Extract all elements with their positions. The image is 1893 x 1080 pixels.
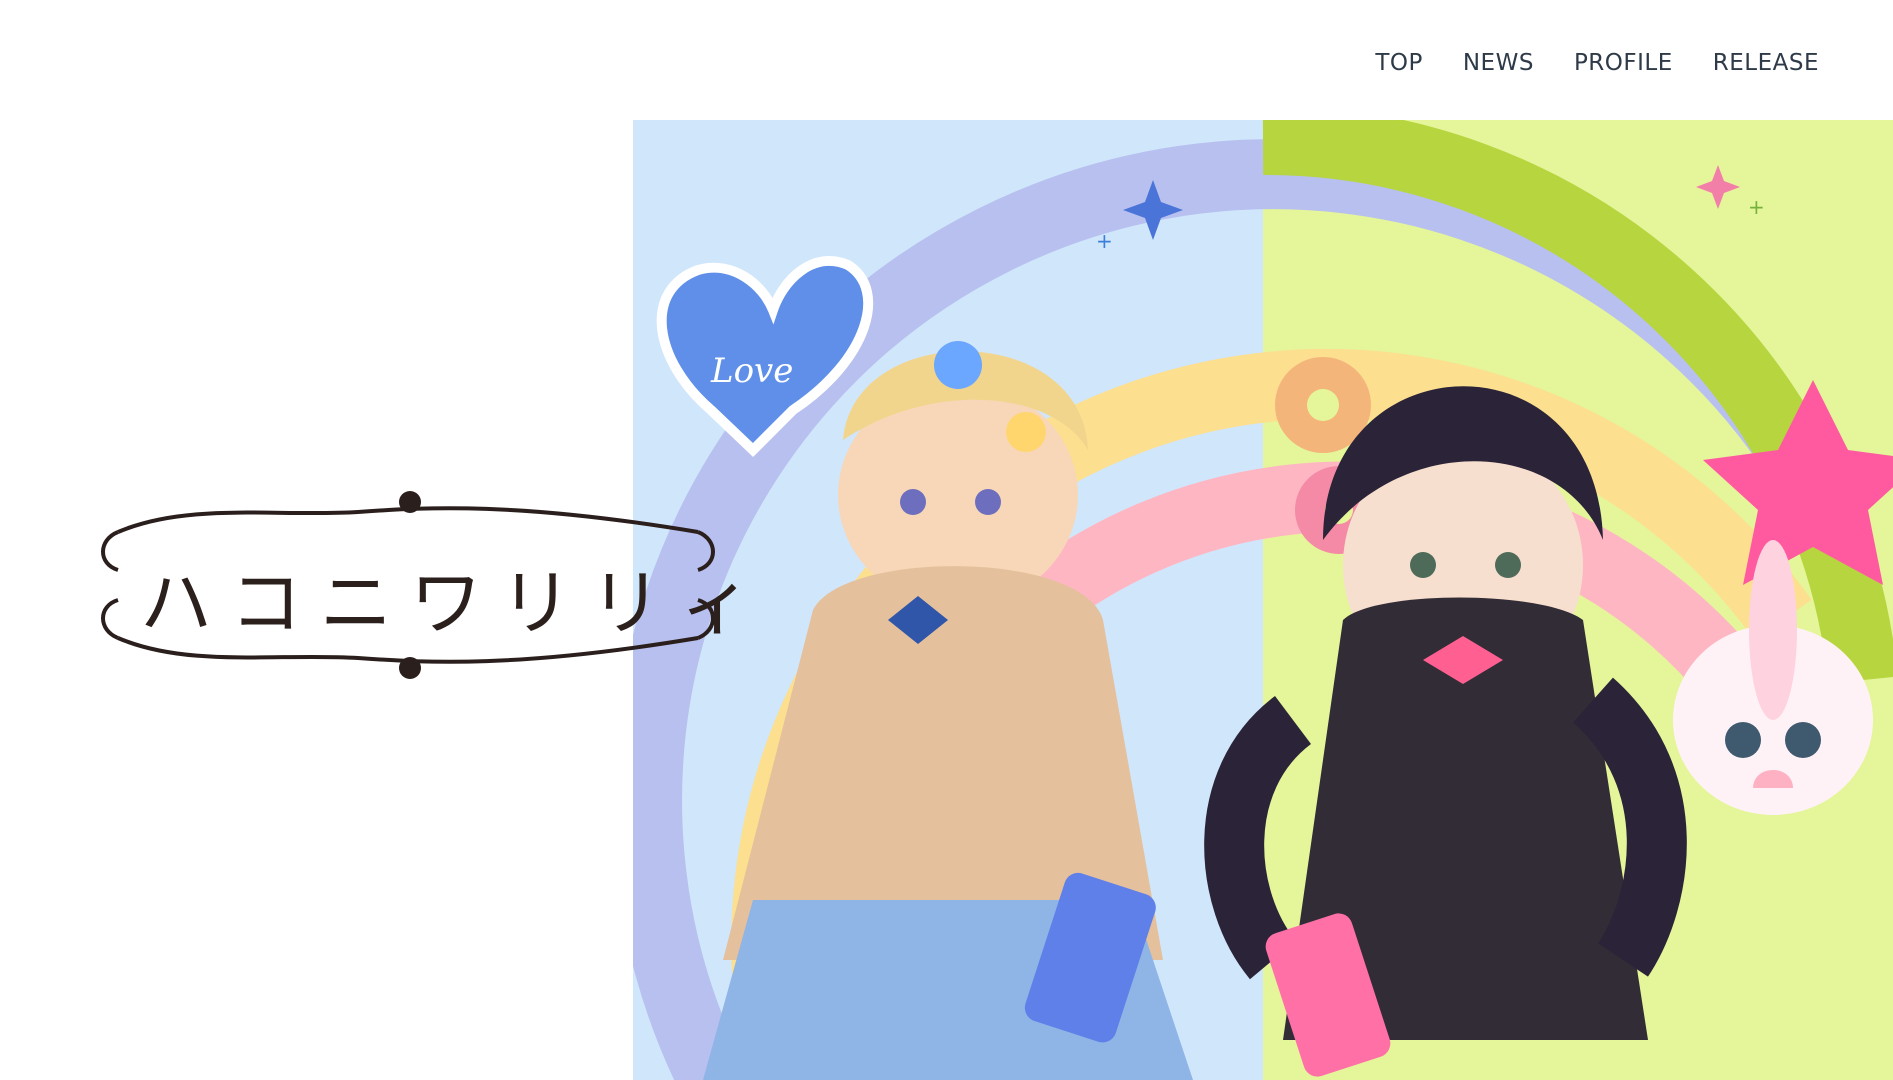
nav-top-link[interactable]: TOP xyxy=(1375,50,1423,76)
svg-text:+: + xyxy=(1096,229,1113,253)
svg-text:+: + xyxy=(1748,195,1765,219)
logo-title: ハコニワリリィ xyxy=(140,561,771,645)
nav-profile-link[interactable]: PROFILE xyxy=(1574,50,1673,76)
nav-release-link[interactable]: RELEASE xyxy=(1713,50,1819,76)
balloon-text: Love xyxy=(710,351,793,391)
nav-news-link[interactable]: NEWS xyxy=(1463,50,1534,76)
site-logo[interactable]: ハコニワリリィ xyxy=(98,482,771,688)
hero-illustration: + + Love xyxy=(633,120,1893,1080)
hero-artwork: + + Love xyxy=(633,120,1893,1080)
main-nav: TOP NEWS PROFILE RELEASE xyxy=(1375,50,1819,76)
